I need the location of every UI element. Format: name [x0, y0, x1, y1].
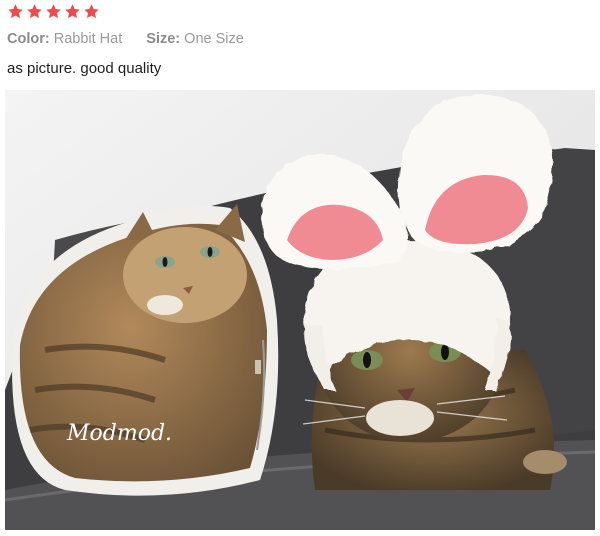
star-icon [26, 3, 43, 20]
review-photo[interactable]: Modmod. [5, 90, 595, 530]
color-label: Color: [7, 31, 50, 47]
pillow-brand-text: Modmod. [66, 421, 172, 446]
star-icon [64, 3, 81, 20]
review-variant-info: Color: Rabbit Hat Size: One Size [7, 31, 244, 47]
review-card: Color: Rabbit Hat Size: One Size as pict… [0, 0, 600, 536]
color-value: Rabbit Hat [53, 31, 123, 47]
star-icon [83, 3, 100, 20]
size-label: Size: [146, 31, 181, 47]
size-value: One Size [184, 31, 244, 47]
star-rating [7, 3, 100, 20]
star-icon [45, 3, 62, 20]
review-text: as picture. good quality [7, 60, 162, 77]
star-icon [7, 3, 24, 20]
